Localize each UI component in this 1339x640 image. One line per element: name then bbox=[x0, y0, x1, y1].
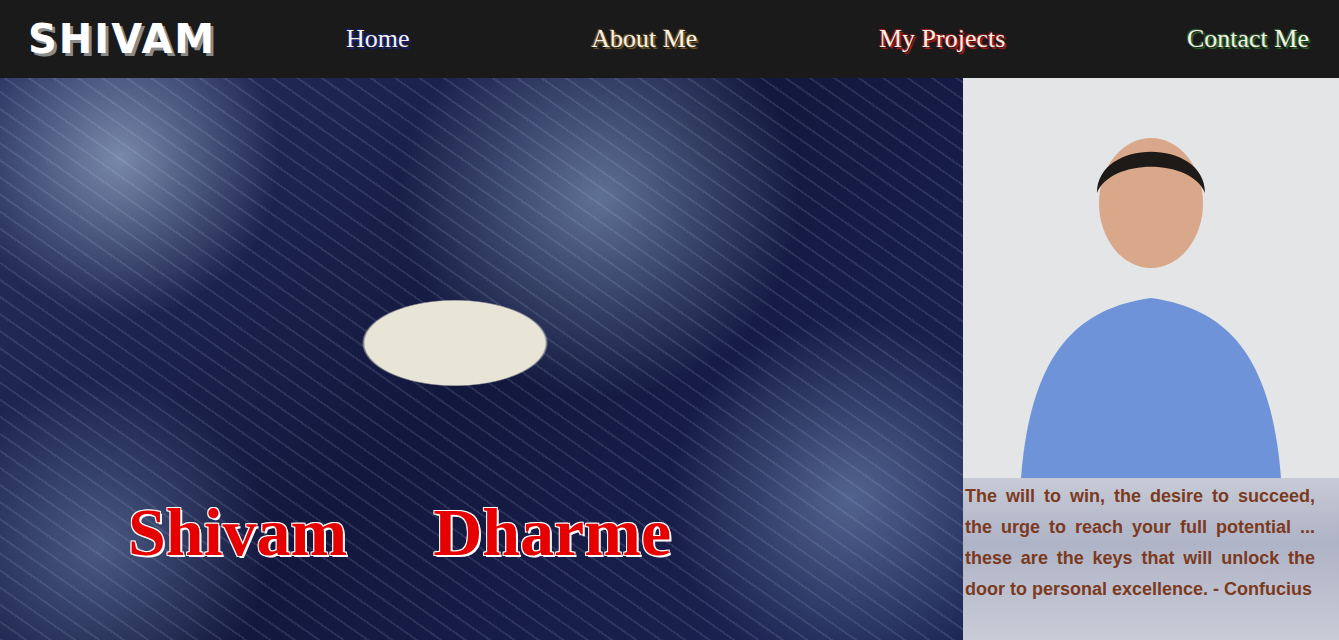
circuit-background: Shivam Dharme bbox=[0, 78, 963, 640]
name-part: Shivam bbox=[128, 495, 347, 570]
hero-name: Shivam Dharme bbox=[128, 495, 671, 570]
profile-photo bbox=[963, 78, 1339, 478]
nav-link[interactable]: About Me bbox=[591, 24, 697, 54]
side-panel: The will to win, the desire to succeed, … bbox=[963, 78, 1339, 640]
nav-link[interactable]: Home bbox=[346, 24, 410, 54]
nav-links: Home About Me My Projects Contact Me bbox=[278, 24, 1309, 54]
nav-link[interactable]: My Projects bbox=[879, 24, 1005, 54]
logo[interactable]: SHIVAM bbox=[28, 16, 278, 62]
name-part: Dharme bbox=[433, 495, 671, 570]
navbar: SHIVAM Home About Me My Projects Contact Me bbox=[0, 0, 1339, 78]
nav-link[interactable]: Contact Me bbox=[1187, 24, 1309, 54]
quote: The will to win, the desire to succeed, … bbox=[963, 478, 1339, 640]
person-icon bbox=[1001, 98, 1301, 478]
hero: Shivam Dharme The will to win, the desire… bbox=[0, 78, 1339, 640]
